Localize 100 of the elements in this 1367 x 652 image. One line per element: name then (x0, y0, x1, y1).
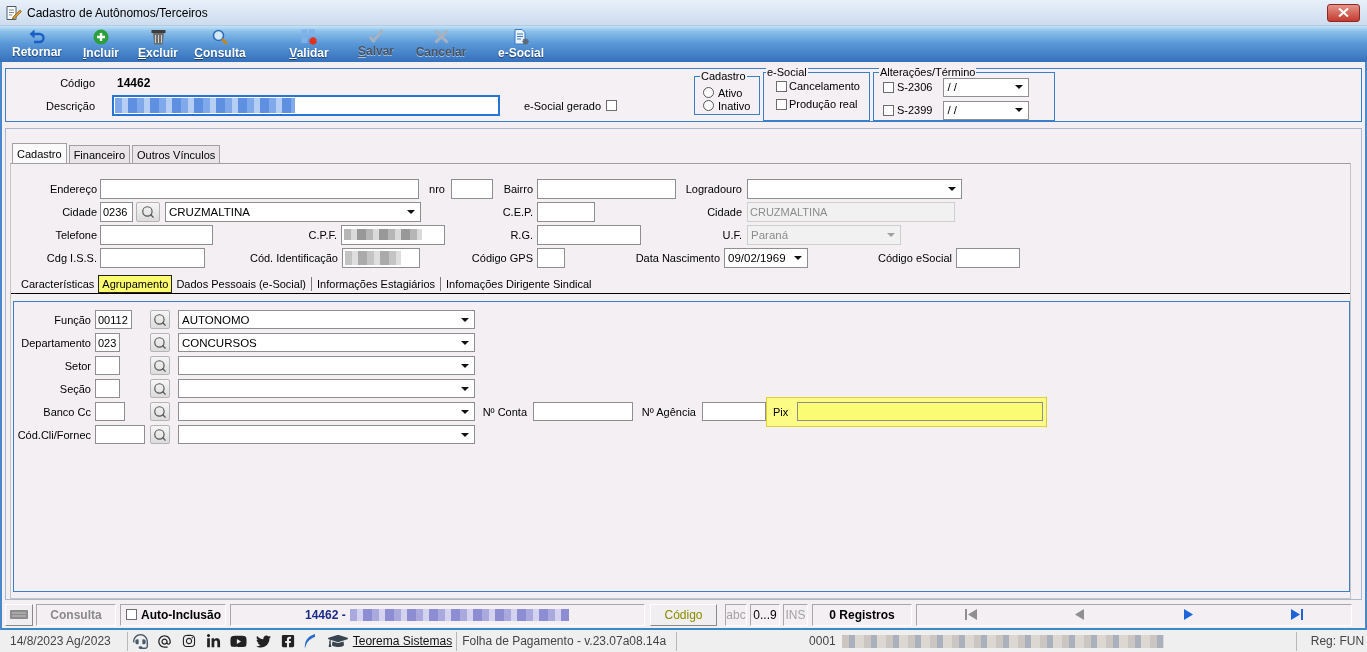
field-label: Endereço (49, 182, 97, 195)
search-button[interactable] (150, 379, 170, 398)
checkbox[interactable] (883, 81, 894, 93)
field-label: U.F. (722, 228, 742, 241)
at-sign-icon[interactable] (156, 633, 172, 649)
toolbar-button[interactable]: Retornar (7, 26, 67, 62)
dropdown[interactable]: / / (943, 77, 1030, 97)
input-field[interactable] (533, 402, 633, 421)
toolbar-button[interactable]: Excluir (133, 26, 183, 62)
input-field[interactable] (341, 224, 445, 245)
toolbar-button[interactable]: Consulta (191, 26, 249, 62)
dropdown[interactable]: AUTONOMO (178, 310, 475, 329)
input-field[interactable] (342, 247, 420, 268)
input-field[interactable]: 023 (95, 333, 120, 352)
checkbox[interactable] (776, 98, 787, 110)
dropdown[interactable] (178, 425, 475, 444)
dropdown-arrow-icon (461, 409, 469, 414)
dropdown-arrow-icon (407, 209, 415, 214)
dropdown[interactable]: CRUZMALTINA (165, 201, 421, 222)
field-label: Produção real (789, 98, 858, 110)
checkbox[interactable] (776, 80, 787, 92)
input-field[interactable] (95, 402, 125, 421)
input-field[interactable] (537, 201, 595, 222)
field-label: S-2306 (897, 81, 933, 93)
field-label: Descrição (46, 99, 95, 112)
input-field[interactable] (100, 224, 213, 245)
keyboard-button[interactable] (5, 603, 33, 626)
checkbox[interactable] (606, 100, 618, 111)
dropdown-arrow-icon (1015, 108, 1024, 112)
input-field[interactable] (797, 402, 1044, 421)
radio-button[interactable] (703, 87, 714, 98)
website-link[interactable]: Teorema Sistemas (352, 634, 453, 648)
document-gear-icon (513, 29, 529, 45)
linkedin-icon[interactable] (205, 633, 221, 649)
input-field[interactable] (537, 247, 565, 268)
input-field[interactable] (95, 425, 145, 444)
dropdown-arrow-icon (887, 232, 895, 237)
dropdown[interactable]: CONCURSOS (178, 333, 475, 352)
input-field[interactable] (537, 178, 676, 199)
checkbox[interactable] (883, 104, 894, 116)
close-icon (1338, 8, 1349, 17)
dropdown[interactable]: / / (943, 100, 1030, 120)
toolbar-button[interactable]: Incluir (77, 26, 125, 62)
field-label: Nº Conta (482, 405, 527, 418)
input-field[interactable] (100, 178, 419, 199)
record-count: 0 Registros (812, 603, 912, 626)
dropdown[interactable]: 09/02/1969 (724, 247, 808, 268)
close-button[interactable] (1327, 3, 1360, 22)
tab[interactable]: Outros Vínculos (132, 145, 221, 163)
dropdown[interactable] (178, 379, 475, 398)
input-field[interactable]: 00112 (95, 310, 132, 329)
checkbox-label: Auto-Inclusão (141, 607, 221, 622)
radio-button[interactable] (703, 100, 714, 111)
version-text: Folha de Pagamento - v.23.07a08.14a (462, 634, 667, 648)
dropdown[interactable] (747, 178, 962, 199)
headset-icon[interactable] (132, 633, 148, 649)
search-icon (153, 358, 167, 373)
search-icon (153, 427, 167, 442)
toolbar-button[interactable]: Validar (283, 26, 335, 62)
keyboard-icon (10, 610, 28, 619)
checkbox[interactable] (126, 609, 137, 620)
search-button[interactable] (150, 425, 170, 444)
search-icon (153, 312, 167, 327)
tab[interactable]: Dados Pessoais (e-Social) (172, 275, 311, 293)
search-button[interactable] (150, 310, 170, 329)
search-button[interactable] (150, 356, 170, 375)
input-field[interactable] (95, 379, 120, 398)
search-button[interactable] (150, 402, 170, 421)
record-label: 14462 - (305, 607, 346, 622)
dropdown-arrow-icon (461, 432, 469, 437)
input-field[interactable] (537, 224, 641, 245)
tab[interactable]: Informações Estagiários (313, 275, 440, 293)
tab[interactable]: Cadastro (12, 143, 67, 163)
twitter-icon[interactable] (255, 633, 271, 649)
tab[interactable]: Financeiro (68, 145, 130, 163)
search-button[interactable] (136, 201, 160, 222)
input-field[interactable] (956, 247, 1020, 268)
field-label: C.E.P. (502, 205, 533, 218)
input-field[interactable]: 0236 (100, 201, 133, 222)
input-field[interactable] (451, 178, 493, 199)
swoosh-logo-icon[interactable] (303, 633, 315, 649)
field-label: Cód.Cli/Fornec (17, 428, 91, 441)
facebook-icon[interactable] (280, 634, 295, 648)
tab[interactable]: Infomações Dirigente Sindical (442, 275, 596, 293)
input-field[interactable] (95, 356, 120, 375)
tab[interactable]: Características (17, 275, 99, 293)
dropdown[interactable] (178, 402, 475, 421)
skip-to-start-icon (965, 609, 978, 620)
description-field[interactable] (112, 95, 500, 116)
dropdown[interactable] (178, 356, 475, 375)
toolbar-button[interactable]: e-Social (492, 26, 550, 62)
field-label: Cidade (62, 205, 97, 218)
dropdown-arrow-icon (461, 340, 469, 345)
input-field[interactable] (702, 402, 766, 421)
field-label: S-2399 (897, 104, 933, 116)
input-field[interactable] (100, 247, 205, 268)
search-button[interactable] (150, 333, 170, 352)
tab[interactable]: Agrupamento (98, 275, 173, 293)
search-icon (153, 335, 167, 350)
instagram-icon[interactable] (181, 634, 196, 648)
